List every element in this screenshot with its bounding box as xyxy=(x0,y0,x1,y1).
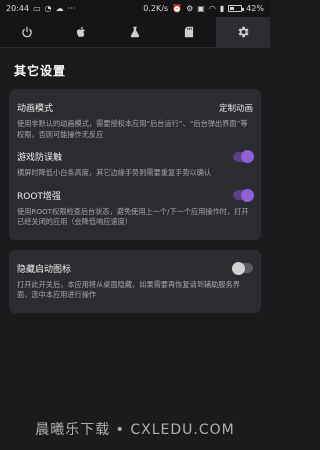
sdcard-icon xyxy=(184,26,194,38)
anti-touch-desc: 横屏时降低小白条高度，其它边缘手势则需要重复手势以确认 xyxy=(17,168,212,177)
settings-card-hide: 隐藏启动图标 打开此开关后，本应用将从桌面隐藏，如果需要再恢复请到辅助服务界面，… xyxy=(9,249,261,313)
animation-mode-value[interactable]: 定制动画 xyxy=(219,102,253,114)
anti-touch-title: 游戏防误触 xyxy=(17,153,63,163)
tab-sdcard[interactable] xyxy=(162,17,216,47)
hide-icon-desc: 打开此开关后，本应用将从桌面隐藏，如果需要再恢复请到辅助服务界面，选中本应用进行… xyxy=(17,279,240,300)
status-right: 0.2K/s ⏰ ⚙ ▣ ◠ ▮ 42% xyxy=(143,4,264,13)
tab-apple[interactable] xyxy=(54,17,108,47)
dots-icon: ··· xyxy=(67,3,76,13)
alarm-icon: ⏰ xyxy=(172,3,183,13)
watermark-text: 晨曦乐下载 • CXLEDU.COM xyxy=(35,422,235,438)
animation-mode-row[interactable]: 动画模式 定制动画 使用非默认的动画模式，需要授权本应用“后台运行”、“后台弹出… xyxy=(17,95,253,144)
status-bar: 20:44 ▭ ◔ ☁ ··· 0.2K/s ⏰ ⚙ ▣ ◠ ▮ 42% xyxy=(0,0,270,17)
power-icon xyxy=(22,26,32,38)
tab-bar xyxy=(0,17,270,48)
root-boost-title: ROOT增强 xyxy=(17,191,61,202)
settings-card-main: 动画模式 定制动画 使用非默认的动画模式，需要授权本应用“后台运行”、“后台弹出… xyxy=(9,89,261,240)
network-speed: 0.2K/s xyxy=(143,4,169,13)
hide-icon-row[interactable]: 隐藏启动图标 打开此开关后，本应用将从桌面隐藏，如果需要再恢复请到辅助服务界面，… xyxy=(17,256,253,305)
wifi-icon: ◠ xyxy=(208,3,216,13)
animation-mode-title: 动画模式 xyxy=(17,104,54,114)
battery-percent: 42% xyxy=(246,4,264,13)
page-title: 其它设置 xyxy=(14,64,67,78)
hide-icon-toggle[interactable] xyxy=(232,261,253,275)
hide-icon-title: 隐藏启动图标 xyxy=(17,264,72,275)
battery-icon xyxy=(228,5,245,12)
message-icon: ▭ xyxy=(33,3,41,13)
apple-icon xyxy=(76,26,85,37)
gear-icon xyxy=(238,26,249,38)
settings-icon: ⚙ xyxy=(186,3,194,13)
cloud-icon: ☁ xyxy=(55,3,64,13)
tab-power[interactable] xyxy=(0,17,54,47)
vpn-icon: ▣ xyxy=(197,3,205,13)
tab-settings[interactable] xyxy=(216,17,270,47)
root-boost-desc: 使用ROOT权限检查后台状态，避免使用上一个/下一个应用操作时，打开已经关闭的应… xyxy=(17,206,249,227)
status-left: 20:44 ▭ ◔ ☁ ··· xyxy=(6,4,75,13)
status-time: 20:44 xyxy=(6,4,30,13)
watermark: 晨曦乐下载 • CXLEDU.COM xyxy=(0,408,270,450)
root-boost-toggle[interactable] xyxy=(233,188,254,202)
tab-flask[interactable] xyxy=(108,17,162,47)
flask-icon xyxy=(130,26,140,38)
chat-icon: ◔ xyxy=(44,3,52,13)
animation-mode-desc: 使用非默认的动画模式，需要授权本应用“后台运行”、“后台弹出界面”等权限，否则可… xyxy=(17,119,248,139)
anti-touch-row[interactable]: 游戏防误触 横屏时降低小白条高度，其它边缘手势则需要重复手势以确认 xyxy=(17,144,254,183)
signal-icon: ▮ xyxy=(219,3,225,13)
anti-touch-toggle[interactable] xyxy=(233,150,254,163)
root-boost-row[interactable]: ROOT增强 使用ROOT权限检查后台状态，避免使用上一个/下一个应用操作时，打… xyxy=(17,183,254,232)
